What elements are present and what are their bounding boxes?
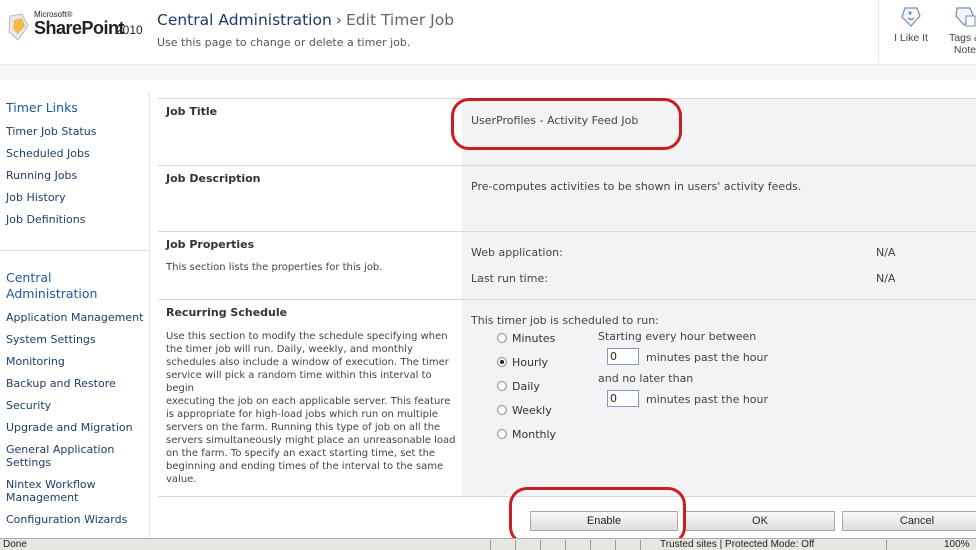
sharepoint-logo-icon [8,13,29,41]
job-description-value: Pre-computes activities to be shown in u… [471,180,802,193]
radio-label: Hourly [512,356,549,369]
radio-button[interactable] [497,381,507,391]
schedule-desc-line: executing the job on each applicable ser… [166,396,451,407]
radio-button[interactable] [497,333,507,343]
end-minutes-input[interactable]: 0 [607,390,639,407]
security-zone-text[interactable]: Trusted sites | Protected Mode: Off [660,539,814,550]
cancel-button[interactable]: Cancel [842,511,976,531]
job-properties-description: This section lists the properties for th… [166,262,383,273]
nav-item-security[interactable]: Security [6,399,51,412]
section-job-description: Job Description Pre-computes activities … [158,165,976,231]
schedule-desc-line: on the farm. To specify an exact startin… [166,448,436,459]
i-like-it-label: I Like It [894,32,928,44]
ok-button[interactable]: OK [685,511,835,531]
radio-button[interactable] [497,405,507,415]
job-title-label: Job Title [166,105,218,118]
nav-item-upgrade-migration[interactable]: Upgrade and Migration [6,421,133,434]
nav-item-running-jobs[interactable]: Running Jobs [6,169,77,182]
no-later-than-label: and no later than [598,372,694,385]
nav-item-nintex-line2[interactable]: Management [6,491,78,504]
ribbon-band [0,64,976,80]
logo-year-text: 2010 [116,23,143,37]
page-description: Use this page to change or delete a time… [157,36,411,49]
radio-minutes[interactable]: Minutes [497,332,555,345]
nav-item-scheduled-jobs[interactable]: Scheduled Jobs [6,147,90,160]
zoom-level[interactable]: 100% [944,539,970,550]
start-minutes-input[interactable]: 0 [607,348,639,365]
nav-item-timer-job-status[interactable]: Timer Job Status [6,125,96,138]
tag-note-icon [955,7,976,27]
social-actions: I Like It Tags & Note [878,0,976,62]
schedule-desc-line: Use this section to modify the schedule … [166,331,448,342]
nav-divider [0,250,150,251]
nav-heading-timer-links[interactable]: Timer Links [6,100,78,116]
scheduled-to-run-label: This timer job is scheduled to run: [471,314,659,327]
schedule-desc-line: servers on the farm. Running this type o… [166,422,441,433]
thumbs-up-tag-icon [901,7,921,27]
breadcrumb-separator: › [335,11,342,29]
nav-item-system-settings[interactable]: System Settings [6,333,96,346]
nav-item-general-app-settings-line1[interactable]: General Application [6,443,114,456]
schedule-desc-line: value. [166,474,197,485]
radio-button-selected[interactable] [497,357,507,367]
schedule-desc-line: beginning and ending times of the interv… [166,461,444,472]
section-job-properties: Job Properties This section lists the pr… [158,231,976,299]
minutes-past-hour-label-2: minutes past the hour [646,393,769,406]
radio-hourly[interactable]: Hourly [497,356,548,369]
recurring-schedule-label: Recurring Schedule [166,306,288,319]
nav-heading-central-admin-line1[interactable]: Central [6,270,52,286]
annotation-highlight-enable-button [509,487,686,545]
starting-every-hour-label: Starting every hour between [598,330,757,343]
minutes-past-hour-label-1: minutes past the hour [646,351,769,364]
job-description-label: Job Description [166,172,261,185]
browser-status-bar: Done Trusted sites | Protected Mode: Off… [0,538,976,550]
radio-button[interactable] [497,429,507,439]
nav-item-monitoring[interactable]: Monitoring [6,355,65,368]
radio-weekly[interactable]: Weekly [497,404,552,417]
nav-item-configuration-wizards[interactable]: Configuration Wizards [6,513,127,526]
sharepoint-logo[interactable]: Microsoft® SharePoint 2010 [6,10,152,50]
annotation-highlight-job-title [451,98,682,150]
radio-label: Daily [512,380,540,393]
web-application-label: Web application: [471,246,563,259]
nav-item-job-definitions[interactable]: Job Definitions [6,213,85,226]
radio-label: Weekly [512,404,552,417]
schedule-desc-line: service will pick a random time within t… [166,370,432,394]
nav-item-nintex-line1[interactable]: Nintex Workflow [6,478,96,491]
radio-label: Monthly [512,428,557,441]
recurring-schedule-description: Use this section to modify the schedule … [166,330,462,486]
status-text: Done [3,539,27,550]
last-run-value: N/A [876,272,896,285]
logo-product-text: SharePoint [34,18,125,38]
breadcrumb-site-link[interactable]: Central Administration [157,11,332,29]
schedule-desc-line: schedules also include a window of execu… [166,357,449,368]
section-recurring-schedule: Recurring Schedule Use this section to m… [158,299,976,496]
radio-monthly[interactable]: Monthly [497,428,556,441]
i-like-it-button[interactable]: I Like It [891,4,931,44]
nav-item-application-management[interactable]: Application Management [6,311,143,324]
tags-label: Tags & [948,32,976,44]
schedule-desc-line: is appropriate for high-load jobs which … [166,409,438,420]
breadcrumb-current-page: Edit Timer Job [346,11,455,29]
left-navigation: Timer Links Timer Job Status Scheduled J… [0,92,150,550]
nav-item-backup-restore[interactable]: Backup and Restore [6,377,116,390]
job-properties-label: Job Properties [166,238,255,251]
page-title: Central Administration › Edit Timer Job [157,11,454,29]
tags-notes-button[interactable]: Tags & Note [945,4,976,56]
radio-label: Minutes [512,332,556,345]
schedule-desc-line: the timer job will run. Daily, weekly, a… [166,344,413,355]
page-header: Microsoft® SharePoint 2010 Central Admin… [0,0,976,62]
radio-daily[interactable]: Daily [497,380,540,393]
edit-timer-job-form: Job Title UserProfiles - Activity Feed J… [158,98,976,531]
nav-heading-central-admin-line2[interactable]: Administration [6,286,97,302]
nav-item-job-history[interactable]: Job History [6,191,66,204]
nav-item-general-app-settings-line2[interactable]: Settings [6,456,51,469]
web-application-value: N/A [876,246,896,259]
last-run-label: Last run time: [471,272,548,285]
schedule-desc-line: servers simultaneously might place an un… [166,435,456,446]
notes-label: Note [953,44,976,56]
